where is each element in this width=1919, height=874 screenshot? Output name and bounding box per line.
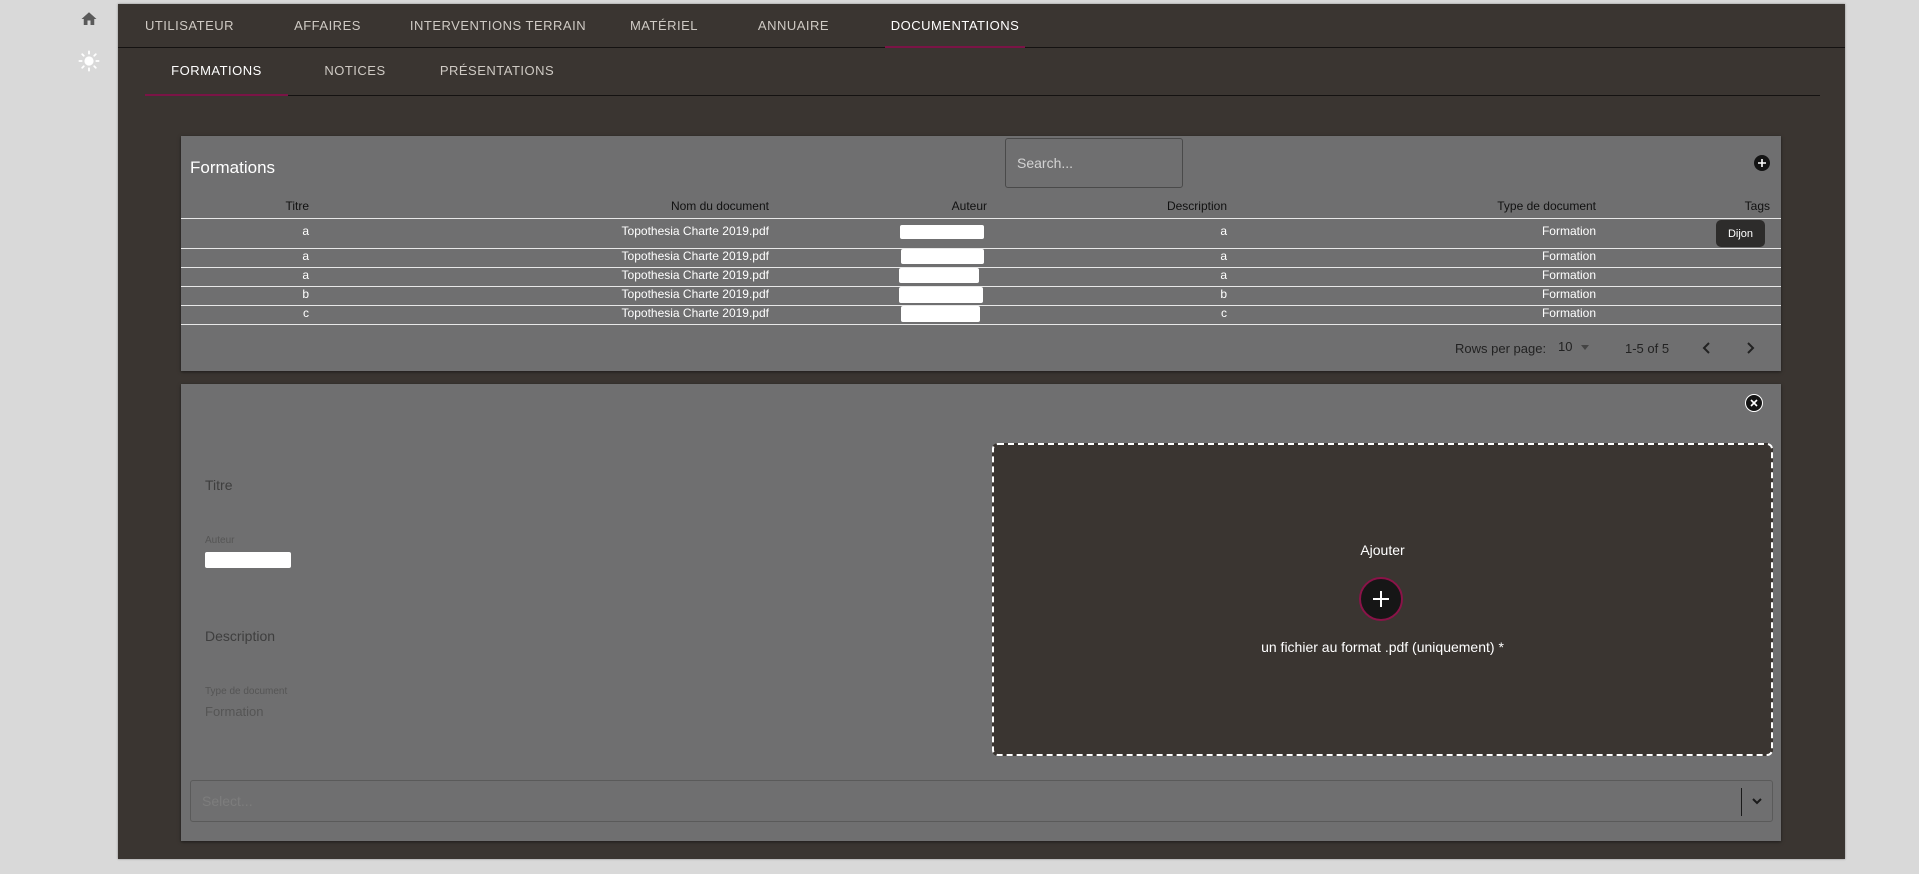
add-file-button[interactable] <box>1359 577 1403 621</box>
select-placeholder: Select... <box>202 793 253 809</box>
cell-type-de-document: Formation <box>1541 287 1596 301</box>
add-document-button[interactable] <box>1754 155 1770 171</box>
previous-page-icon[interactable] <box>1699 340 1715 356</box>
rows-per-page-label: Rows per page: <box>1455 341 1547 356</box>
main-panel: UTILISATEUR AFFAIRES INTERVENTIONS TERRA… <box>118 4 1845 859</box>
close-icon[interactable] <box>1745 394 1763 412</box>
divider <box>181 324 1781 325</box>
cell-description: a <box>1220 224 1227 238</box>
author-redacted <box>899 287 983 303</box>
tag-tooltip: Dijon <box>1716 220 1765 247</box>
column-header-nom-du-document: Nom du document <box>670 199 769 213</box>
tab-interventions-terrain[interactable]: INTERVENTIONS TERRAIN <box>394 4 602 47</box>
search-input[interactable] <box>1005 138 1183 188</box>
dropzone-title: Ajouter <box>1360 542 1405 558</box>
column-header-type-de-document: Type de document <box>1497 199 1596 213</box>
subtab-formations[interactable]: FORMATIONS <box>145 47 288 96</box>
subtab-presentations[interactable]: PRÉSENTATIONS <box>422 47 572 95</box>
tab-materiel[interactable]: MATÉRIEL <box>602 4 726 47</box>
dropzone-subtitle: un fichier au format .pdf (uniquement) * <box>1261 639 1504 655</box>
cell-description: c <box>1221 306 1227 320</box>
author-redacted <box>900 225 984 239</box>
author-redacted <box>899 268 979 283</box>
subtab-notices[interactable]: NOTICES <box>288 47 422 95</box>
author-redacted <box>205 552 291 568</box>
pdf-dropzone[interactable]: Ajouter un fichier au format .pdf (uniqu… <box>992 443 1773 756</box>
cell-titre: a <box>302 268 309 282</box>
tab-documentations[interactable]: DOCUMENTATIONS <box>885 4 1025 48</box>
table-title: Formations <box>190 158 276 177</box>
formations-table-card: Formations Titre Nom du document Auteur … <box>181 136 1781 371</box>
cell-titre: a <box>302 224 309 238</box>
cell-type-de-document: Formation <box>1541 268 1596 282</box>
sun-icon[interactable] <box>78 50 100 72</box>
top-nav: UTILISATEUR AFFAIRES INTERVENTIONS TERRA… <box>118 4 1845 48</box>
cell-type-de-document: Formation <box>1541 224 1596 238</box>
column-header-description: Description <box>1166 199 1227 213</box>
cell-nom-du-document[interactable]: Topothesia Charte 2019.pdf <box>622 224 769 238</box>
rows-per-page-select[interactable]: 10 <box>1558 339 1590 354</box>
tab-utilisateur[interactable]: UTILISATEUR <box>118 4 261 47</box>
auteur-field-label: Auteur <box>205 535 235 546</box>
divider <box>1741 788 1742 816</box>
type-field-value: Formation <box>205 704 264 719</box>
cell-type-de-document: Formation <box>1541 306 1596 320</box>
column-header-tags: Tags <box>1744 199 1770 213</box>
pagination-range: 1-5 of 5 <box>1625 341 1670 356</box>
divider <box>181 218 1781 219</box>
dropdown-arrow-icon <box>1581 345 1590 351</box>
titre-field-label[interactable]: Titre <box>205 477 232 493</box>
document-form-card: Titre Auteur Description Type de documen… <box>181 384 1781 841</box>
cell-titre: a <box>302 249 309 263</box>
cell-type-de-document: Formation <box>1541 249 1596 263</box>
column-header-titre: Titre <box>285 199 309 213</box>
cell-nom-du-document[interactable]: Topothesia Charte 2019.pdf <box>622 249 769 263</box>
description-field-label[interactable]: Description <box>205 628 275 644</box>
cell-description: b <box>1220 287 1227 301</box>
plus-icon <box>1373 591 1389 607</box>
tab-annuaire[interactable]: ANNUAIRE <box>726 4 861 47</box>
column-header-auteur: Auteur <box>951 199 987 213</box>
author-redacted <box>901 306 980 322</box>
tags-select[interactable]: Select... <box>190 780 1773 822</box>
chevron-down-icon[interactable] <box>1749 790 1765 812</box>
cell-nom-du-document[interactable]: Topothesia Charte 2019.pdf <box>622 287 769 301</box>
cell-nom-du-document[interactable]: Topothesia Charte 2019.pdf <box>622 306 769 320</box>
cell-description: a <box>1220 249 1227 263</box>
cell-titre: b <box>302 287 309 301</box>
type-field-label: Type de document <box>205 686 288 697</box>
author-redacted <box>901 249 984 264</box>
cell-description: a <box>1220 268 1227 282</box>
cell-nom-du-document[interactable]: Topothesia Charte 2019.pdf <box>622 268 769 282</box>
cell-titre: c <box>303 306 309 320</box>
sub-nav: FORMATIONS NOTICES PRÉSENTATIONS <box>145 47 1820 96</box>
tab-affaires[interactable]: AFFAIRES <box>261 4 394 47</box>
home-icon[interactable] <box>78 8 100 30</box>
rows-per-page-value: 10 <box>1558 339 1573 354</box>
next-page-icon[interactable] <box>1742 340 1758 356</box>
